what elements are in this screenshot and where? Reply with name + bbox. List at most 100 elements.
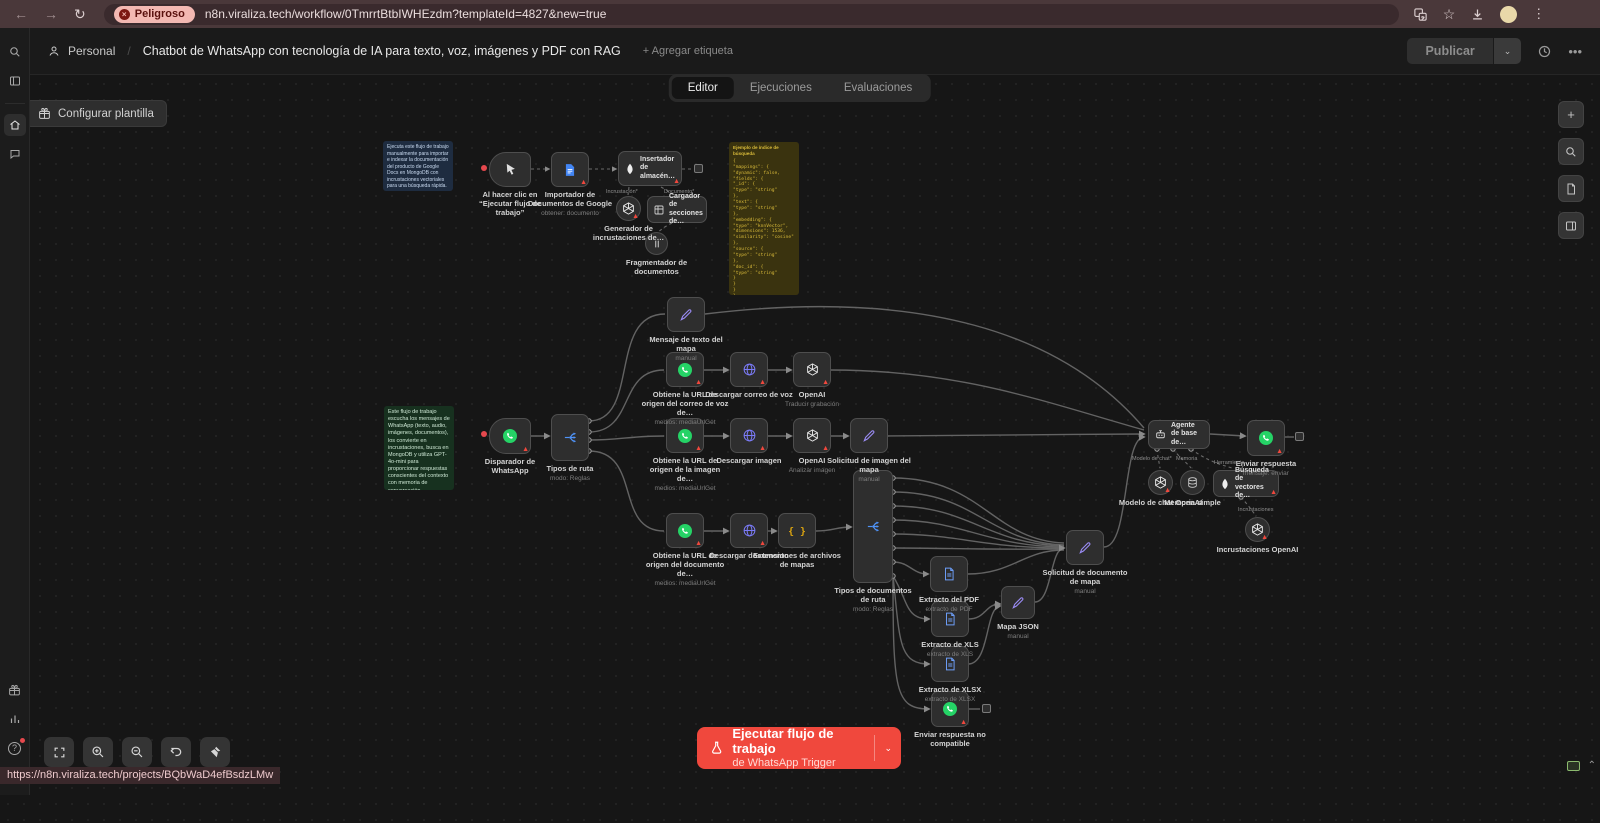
node-image-download[interactable]: ▲ (730, 418, 768, 453)
logs-panel-button[interactable] (1558, 212, 1584, 239)
add-node-button[interactable] (1295, 432, 1304, 441)
node-doc-route-types[interactable] (853, 470, 893, 583)
node-openai-chat-model[interactable]: ▲ (1148, 470, 1173, 495)
bookmark-star-icon[interactable]: ☆ (1443, 6, 1456, 23)
reload-icon[interactable]: ↻ (74, 6, 86, 23)
warning-icon: ▲ (632, 213, 639, 220)
sidebar-help-button[interactable]: ? (4, 737, 26, 759)
configure-template-button[interactable]: Configurar plantilla (25, 100, 167, 127)
node-map-file-ext[interactable]: { } (778, 513, 816, 548)
node-label-xlsx-extract: Extracto de XLSXextracto de XLSX (906, 686, 994, 704)
node-subtitle: manual (825, 476, 913, 484)
node-subtitle: mensaje: enviar (1222, 470, 1310, 478)
panel-icon (1565, 220, 1577, 232)
add-node-button[interactable] (694, 164, 703, 173)
sidebar-search-button[interactable] (4, 41, 26, 63)
zoom-in-button[interactable] (83, 737, 113, 767)
canvas-search-button[interactable] (1558, 138, 1584, 165)
sticky-note-listen-note[interactable]: Este flujo de trabajo escucha los mensaj… (384, 406, 454, 490)
node-embeddings-generator[interactable]: ▲ (616, 196, 641, 221)
node-image-map-request[interactable] (850, 418, 888, 453)
globe-icon (742, 362, 757, 377)
sidebar-insights-button[interactable] (4, 708, 26, 730)
node-label: Insertador de almacén… (640, 156, 676, 180)
add-tag-button[interactable]: + Agregar etiqueta (643, 45, 733, 57)
braces-icon: { } (789, 523, 805, 539)
node-image-openai[interactable]: ▲ (793, 418, 831, 453)
tidy-up-button[interactable] (200, 737, 230, 767)
sidebar-panel-button[interactable] (4, 70, 26, 92)
screen-share-icon[interactable] (1567, 761, 1580, 771)
node-google-docs-importer[interactable]: ▲ (551, 152, 589, 187)
sticky-note-index-note[interactable]: Ejemplo de índice de búsqueda{ "mappings… (729, 142, 799, 295)
execute-chevron-icon[interactable]: ⌄ (874, 735, 901, 761)
sticky-note-import-note[interactable]: Ejecuta este flujo de trabajo manualment… (383, 141, 453, 191)
node-text-map-message[interactable] (667, 297, 705, 332)
sticky-code: { "mappings": { "dynamic": false, "field… (733, 159, 795, 295)
sidebar-templates-button[interactable] (4, 679, 26, 701)
execute-pin[interactable] (481, 431, 487, 437)
node-label-pdf-extract: Extracto del PDFextracto de PDF (905, 596, 993, 614)
node-subtitle: obtener: documento (526, 210, 614, 218)
node-subtitle: extracto de XLSX (906, 696, 994, 704)
search-icon (1565, 146, 1577, 158)
warning-icon: ▲ (1270, 489, 1277, 496)
template-icon (38, 107, 51, 120)
node-kb-agent[interactable]: Agente de base de… (1148, 420, 1210, 449)
sidebar-chat-button[interactable] (4, 143, 26, 165)
tab-editor[interactable]: Editor (672, 77, 734, 99)
add-node-panel-button[interactable]: + (1558, 101, 1584, 128)
zoom-out-button[interactable] (122, 737, 152, 767)
node-subtitle: extracto de PDF (905, 606, 993, 614)
avatar[interactable] (1500, 6, 1517, 23)
globe-icon (742, 523, 757, 538)
forward-icon[interactable]: → (44, 6, 58, 23)
publish-button[interactable]: Publicar (1407, 38, 1492, 64)
url-text[interactable]: n8n.viraliza.tech/workflow/0TmrrtBtbIWHE… (205, 7, 607, 21)
tab-ejecuciones[interactable]: Ejecuciones (734, 77, 828, 99)
download-icon[interactable] (1470, 7, 1485, 22)
node-voice-download[interactable]: ▲ (730, 352, 768, 387)
node-vector-store-insert[interactable]: Insertador de almacén…▲ (618, 151, 682, 186)
node-section-loader[interactable]: Cargador de secciones de… (647, 196, 707, 223)
collapse-icon[interactable]: ⌃ (1588, 760, 1596, 771)
breadcrumb-project[interactable]: Personal (68, 44, 115, 58)
back-icon[interactable]: ← (14, 6, 28, 23)
pencil-icon (1011, 596, 1025, 610)
node-subtitle: Traducir grabación (768, 401, 856, 409)
workflow-menu-icon[interactable]: ••• (1568, 44, 1582, 59)
warning-icon: ▲ (822, 445, 829, 452)
node-pdf-extract[interactable] (930, 556, 968, 592)
node-voice-openai[interactable]: ▲ (793, 352, 831, 387)
browser-menu-icon[interactable]: ⋮ (1532, 6, 1545, 22)
db-icon (1186, 476, 1199, 489)
notes-panel-button[interactable] (1558, 175, 1584, 202)
undo-button[interactable] (161, 737, 191, 767)
publish-chevron-icon[interactable]: ⌄ (1494, 38, 1522, 64)
workflow-canvas[interactable]: Ejecuta este flujo de trabajo manualment… (0, 0, 1600, 823)
node-subtitle: manual (642, 355, 730, 363)
address-bar[interactable]: × Peligroso n8n.viraliza.tech/workflow/0… (104, 4, 1399, 25)
execute-workflow-button[interactable]: Ejecutar flujo de trabajo de WhatsApp Tr… (697, 727, 901, 769)
node-openai-embeddings[interactable]: ▲ (1245, 517, 1270, 542)
sidebar-home-button[interactable] (4, 114, 26, 136)
history-icon[interactable] (1537, 44, 1552, 59)
node-label-doc-route-types: Tipos de documentos de rutamodo: Reglas (829, 587, 917, 613)
translate-icon[interactable] (1413, 7, 1428, 22)
tab-evaluaciones[interactable]: Evaluaciones (828, 77, 928, 99)
browser-chrome: ← → ↻ × Peligroso n8n.viraliza.tech/work… (0, 0, 1600, 28)
add-node-button[interactable] (982, 704, 991, 713)
node-map-json[interactable] (1001, 586, 1035, 619)
node-doc-url[interactable]: ▲ (666, 513, 704, 548)
node-doc-download[interactable]: ▲ (730, 513, 768, 548)
workflow-title[interactable]: Chatbot de WhatsApp con tecnología de IA… (143, 44, 621, 58)
node-send-response[interactable]: ▲ (1247, 420, 1285, 456)
node-whatsapp-trigger[interactable]: ▲ (489, 418, 531, 454)
execute-pin[interactable] (481, 165, 487, 171)
node-manual-trigger[interactable] (489, 152, 531, 187)
node-simple-memory[interactable] (1180, 470, 1205, 495)
fit-view-button[interactable] (44, 737, 74, 767)
node-doc-map-request[interactable] (1066, 530, 1104, 565)
security-badge[interactable]: × Peligroso (114, 6, 195, 23)
node-route-types[interactable] (551, 414, 589, 461)
